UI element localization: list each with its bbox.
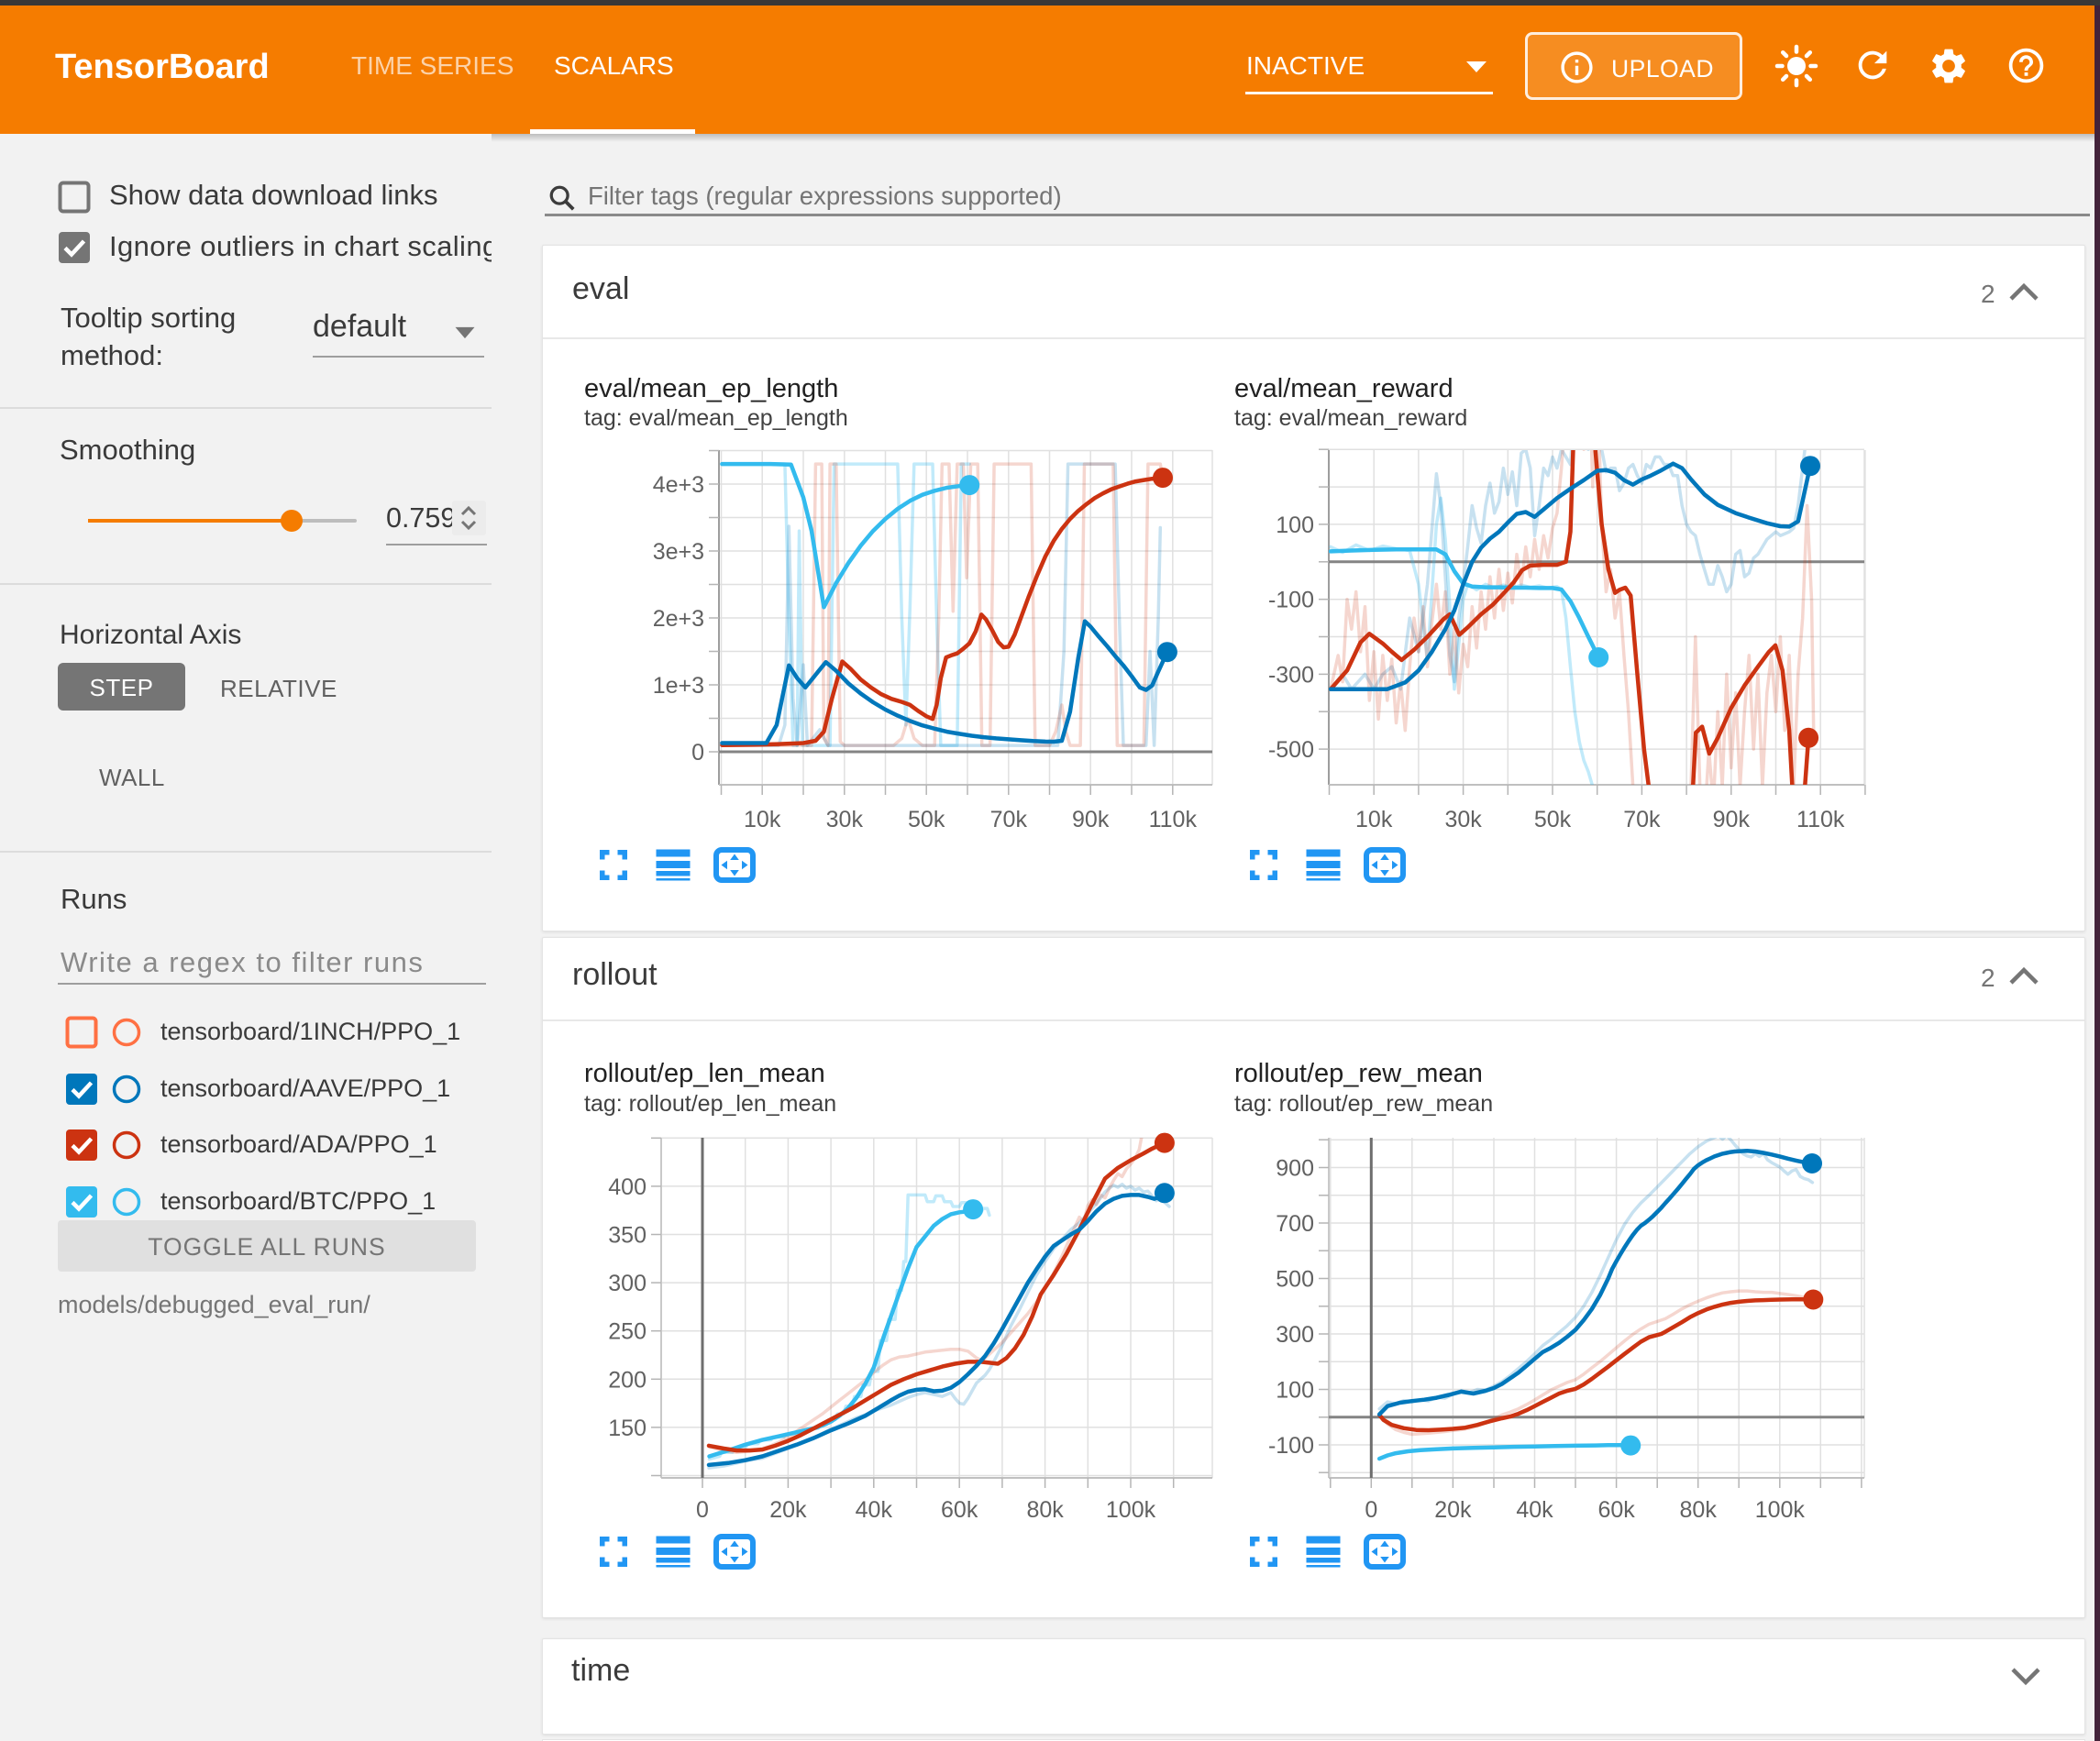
svg-text:80k: 80k (1680, 1497, 1718, 1523)
svg-text:-300: -300 (1268, 662, 1314, 688)
svg-text:900: 900 (1276, 1156, 1314, 1182)
svg-text:350: 350 (608, 1223, 647, 1249)
svg-text:90k: 90k (1072, 807, 1110, 832)
svg-text:50k: 50k (908, 807, 945, 832)
svg-text:0: 0 (691, 740, 704, 766)
svg-text:-100: -100 (1268, 588, 1314, 613)
svg-text:-100: -100 (1268, 1433, 1314, 1459)
svg-text:90k: 90k (1713, 807, 1751, 832)
svg-text:4e+3: 4e+3 (653, 472, 704, 498)
svg-text:250: 250 (608, 1319, 647, 1345)
svg-text:100k: 100k (1106, 1497, 1156, 1523)
svg-text:300: 300 (1276, 1322, 1314, 1348)
svg-text:80k: 80k (1026, 1497, 1064, 1523)
svg-text:150: 150 (608, 1416, 647, 1441)
svg-text:110k: 110k (1796, 807, 1845, 832)
svg-text:0: 0 (1365, 1497, 1377, 1523)
svg-text:700: 700 (1276, 1211, 1314, 1237)
svg-text:30k: 30k (1444, 807, 1482, 832)
svg-text:3e+3: 3e+3 (653, 539, 704, 565)
svg-text:10k: 10k (1355, 807, 1393, 832)
svg-text:60k: 60k (941, 1497, 978, 1523)
svg-text:40k: 40k (1516, 1497, 1553, 1523)
svg-text:20k: 20k (769, 1497, 807, 1523)
svg-text:2e+3: 2e+3 (653, 606, 704, 632)
svg-text:-500: -500 (1268, 737, 1314, 763)
svg-text:1e+3: 1e+3 (653, 673, 704, 699)
svg-text:50k: 50k (1534, 807, 1572, 832)
svg-text:40k: 40k (856, 1497, 893, 1523)
svg-text:60k: 60k (1597, 1497, 1635, 1523)
svg-text:20k: 20k (1434, 1497, 1472, 1523)
svg-text:100: 100 (1276, 512, 1314, 538)
svg-text:100: 100 (1276, 1378, 1314, 1404)
svg-text:400: 400 (608, 1174, 647, 1200)
svg-text:70k: 70k (990, 807, 1028, 832)
svg-text:100k: 100k (1755, 1497, 1806, 1523)
svg-text:500: 500 (1276, 1267, 1314, 1293)
svg-text:200: 200 (608, 1367, 647, 1393)
svg-text:10k: 10k (744, 807, 781, 832)
svg-text:30k: 30k (826, 807, 864, 832)
svg-text:110k: 110k (1149, 807, 1198, 832)
svg-text:0: 0 (696, 1497, 709, 1523)
svg-text:300: 300 (608, 1271, 647, 1296)
svg-text:70k: 70k (1623, 807, 1661, 832)
